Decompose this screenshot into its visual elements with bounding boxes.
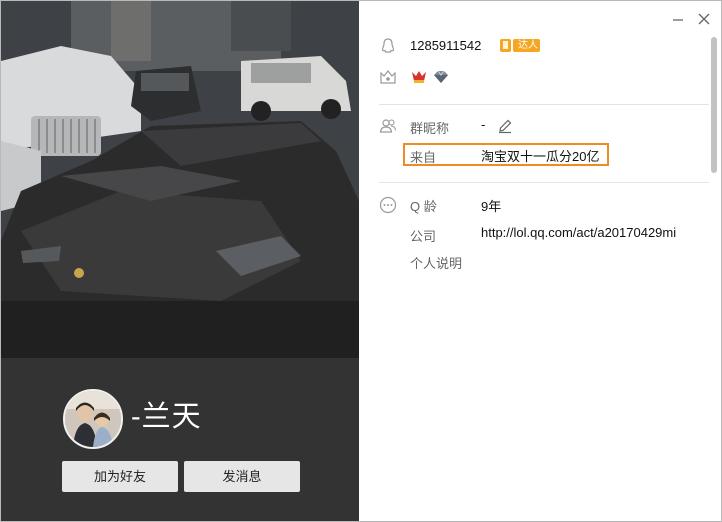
- penguin-icon: [381, 38, 395, 53]
- close-icon[interactable]: [696, 11, 712, 27]
- group-members-icon: [379, 119, 397, 133]
- personal-description-label: 个人说明: [410, 256, 463, 271]
- more-icon: [379, 196, 397, 214]
- section-divider: [379, 182, 709, 183]
- profile-identity-area: [1, 358, 359, 521]
- avatar[interactable]: [63, 389, 123, 449]
- cover-photo: [1, 1, 359, 358]
- cover-car-illustration: [1, 1, 359, 358]
- add-friend-button[interactable]: 加为好友: [62, 461, 178, 492]
- from-highlight-box: [403, 143, 609, 166]
- edit-pencil-icon[interactable]: [497, 118, 513, 134]
- vip-badge[interactable]: 达人: [500, 36, 540, 54]
- level-badge-icon: [380, 70, 396, 84]
- company-value[interactable]: http://lol.qq.com/act/a20170429mi: [481, 225, 703, 240]
- minimize-icon[interactable]: [670, 11, 686, 27]
- group-nickname-value: -: [481, 117, 486, 132]
- scrollbar[interactable]: [711, 37, 717, 173]
- qq-age-value: 9年: [481, 199, 502, 214]
- section-divider: [379, 104, 709, 105]
- send-message-button[interactable]: 发消息: [184, 461, 300, 492]
- qq-number: 1285911542: [410, 38, 482, 53]
- group-nickname-label: 群昵称: [410, 121, 450, 136]
- diamond-level-icon[interactable]: [432, 68, 450, 86]
- qq-age-label: Q 龄: [410, 199, 437, 214]
- company-label: 公司: [410, 229, 437, 244]
- nickname: -兰天: [131, 401, 202, 433]
- crown-level-icon[interactable]: [410, 68, 428, 86]
- profile-left-panel: -兰天 加为好友 发消息: [1, 1, 359, 521]
- vip-badge-label: 达人: [518, 40, 538, 51]
- avatar-photo-icon: [65, 391, 121, 447]
- profile-info-panel: 1285911542 达人 群昵称 - 来自 淘宝双十一瓜分20亿 Q 龄 9年…: [359, 1, 721, 521]
- profile-card-window: -兰天 加为好友 发消息 1285911542 达人 群昵称 - 来自 淘宝双十…: [0, 0, 722, 522]
